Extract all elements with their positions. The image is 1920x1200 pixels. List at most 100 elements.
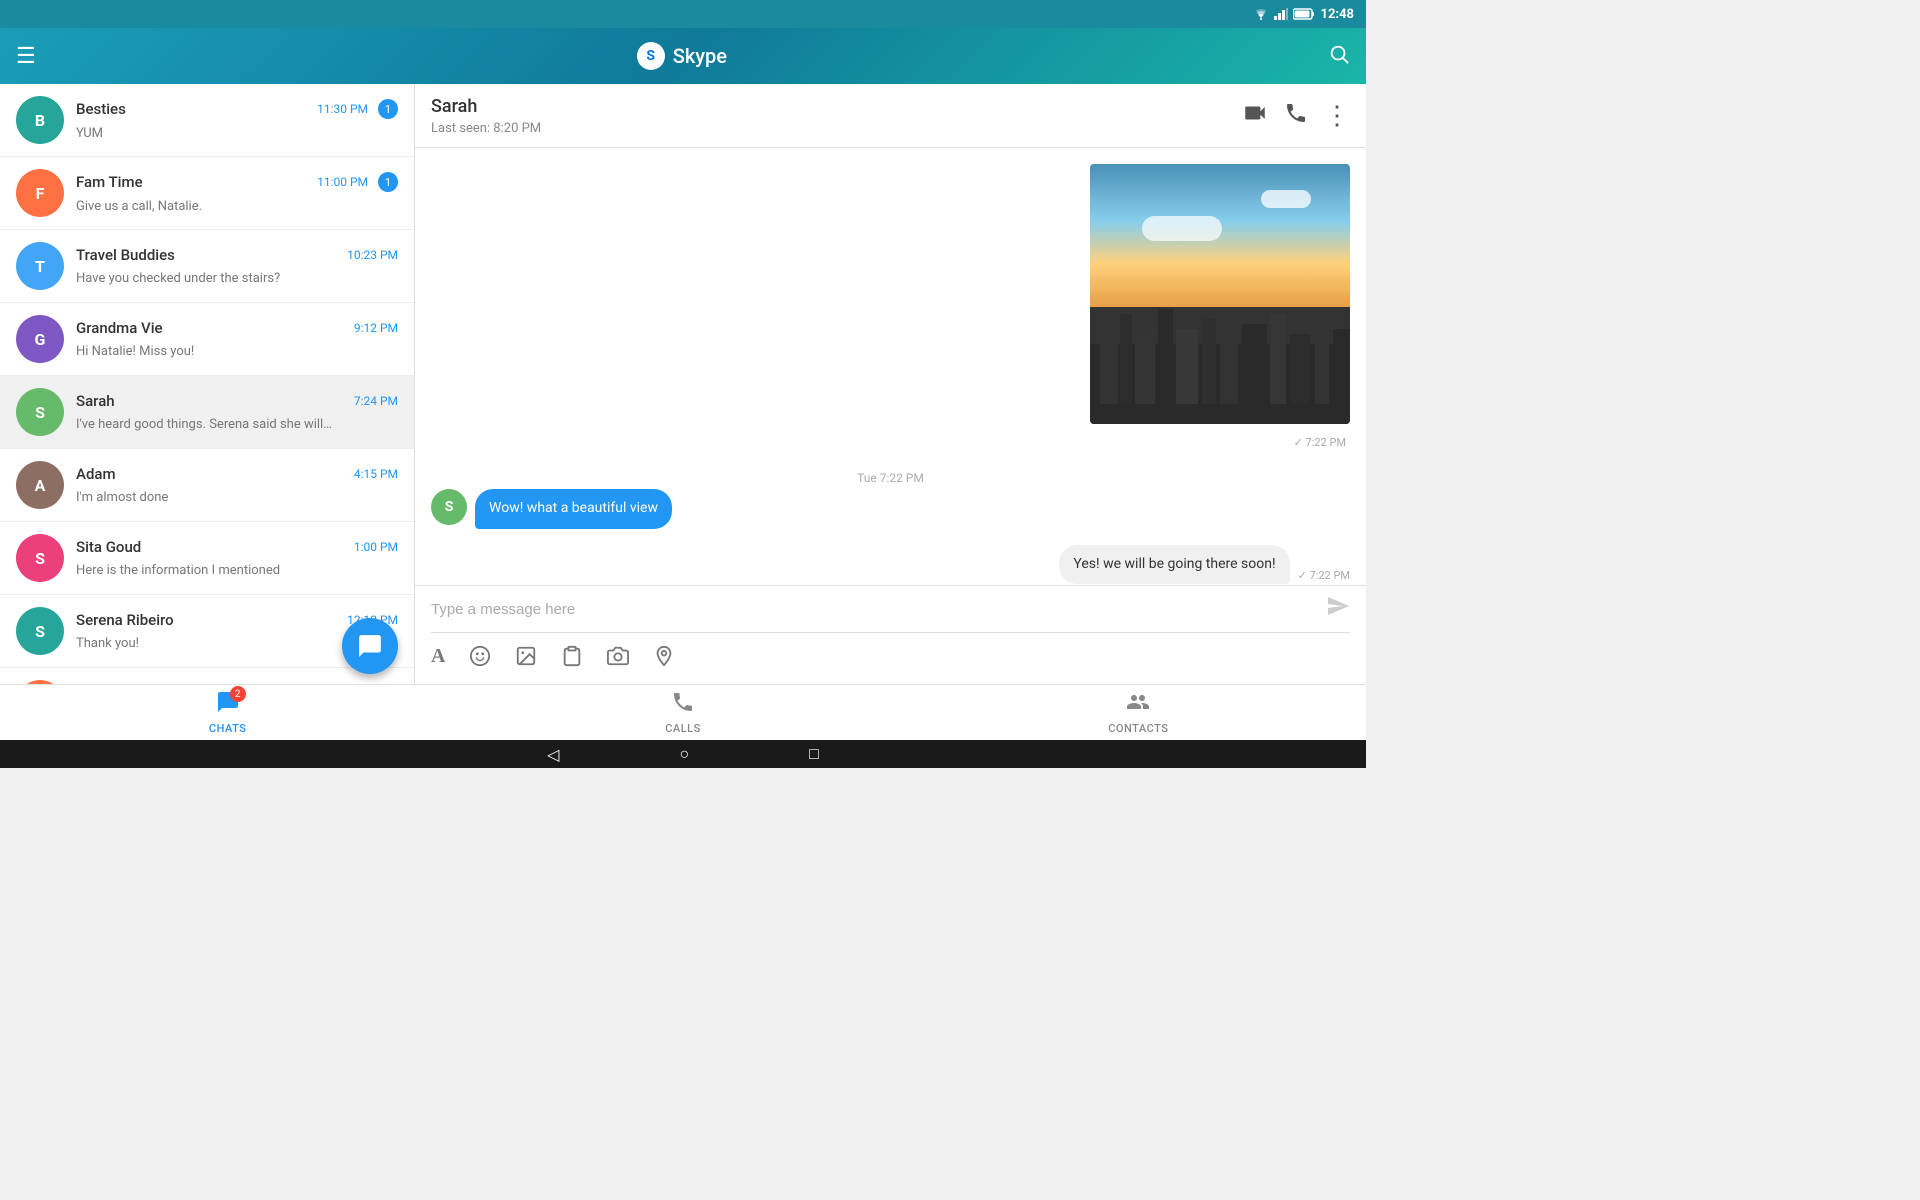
app-bar: ☰ S Skype xyxy=(0,28,1366,84)
message-bubble-sent-1: Yes! we will be going there soon! xyxy=(1059,545,1289,585)
location-icon[interactable] xyxy=(653,645,675,672)
more-options-icon[interactable]: ⋮ xyxy=(1324,101,1350,131)
home-button[interactable]: ○ xyxy=(679,744,689,764)
skype-logo: S xyxy=(637,42,665,70)
chat-preview-adam: I'm almost done xyxy=(76,490,168,505)
chat-info-besties: Besties 11:30 PM 1 YUM xyxy=(76,99,398,141)
chat-name-row: Travel Buddies 10:23 PM xyxy=(76,246,398,264)
nav-chats[interactable]: 2 CHATS xyxy=(0,690,455,735)
clipboard-icon[interactable] xyxy=(561,645,583,672)
chat-header: Sarah Last seen: 8:20 PM ⋮ xyxy=(415,84,1366,148)
text-format-icon[interactable]: A xyxy=(431,645,445,672)
back-button[interactable]: ◁ xyxy=(547,745,559,764)
chat-item-grandma-vie[interactable]: G Grandma Vie 9:12 PM Hi Natalie! Miss y… xyxy=(0,303,414,376)
chat-preview-besties: YUM xyxy=(76,126,103,141)
skype-logo-text: S xyxy=(646,48,655,64)
chat-time-fam-time: 11:00 PM xyxy=(317,175,368,189)
chats-label: CHATS xyxy=(209,722,246,735)
chat-preview-sita-goud: Here is the information I mentioned xyxy=(76,563,280,578)
chat-list: B Besties 11:30 PM 1 YUM F Fam Time xyxy=(0,84,415,684)
phone-call-icon[interactable] xyxy=(1284,101,1308,131)
calls-nav-icon xyxy=(671,690,695,720)
chat-item-sita-goud[interactable]: S Sita Goud 1:00 PM Here is the informat… xyxy=(0,522,414,595)
new-chat-button[interactable] xyxy=(342,618,398,674)
chat-name-row: Grandma Vie 9:12 PM xyxy=(76,319,398,337)
battery-icon xyxy=(1293,8,1315,20)
chat-name-besties: Besties xyxy=(76,100,126,118)
chat-name-sarah: Sarah xyxy=(76,392,115,410)
chat-item-travel-buddies[interactable]: T Travel Buddies 10:23 PM Have you check… xyxy=(0,230,414,303)
contacts-label: CONTACTS xyxy=(1108,722,1168,735)
chat-avatar-sarah: S xyxy=(16,388,64,436)
chat-item-fam-time[interactable]: F Fam Time 11:00 PM 1 Give us a call, Na… xyxy=(0,157,414,230)
chat-info-fam-time: Fam Time 11:00 PM 1 Give us a call, Nata… xyxy=(76,172,398,214)
sent-time-1: ✓ 7:22 PM xyxy=(1298,569,1350,582)
chat-time-adam: 4:15 PM xyxy=(354,467,398,481)
send-button[interactable] xyxy=(1326,594,1350,624)
chat-time-besties: 11:30 PM xyxy=(317,102,368,116)
chat-item-besties[interactable]: B Besties 11:30 PM 1 YUM xyxy=(0,84,414,157)
message-bubble-received-1: Wow! what a beautiful view xyxy=(475,489,672,529)
video-call-icon[interactable] xyxy=(1242,100,1268,132)
messages-area[interactable]: ✓ 7:22 PM Tue 7:22 PM S Wow! what a beau… xyxy=(415,148,1366,585)
nav-contacts[interactable]: CONTACTS xyxy=(911,690,1366,735)
chat-info-grandma-vie: Grandma Vie 9:12 PM Hi Natalie! Miss you… xyxy=(76,319,398,359)
chat-name-sita-goud: Sita Goud xyxy=(76,538,141,556)
search-icon[interactable] xyxy=(1328,43,1350,70)
chat-badge-besties: 1 xyxy=(378,99,398,119)
image-icon[interactable] xyxy=(515,645,537,672)
chat-avatar-kadji-bell: K xyxy=(16,680,64,684)
status-icons xyxy=(1253,8,1315,20)
chat-header-info: Sarah Last seen: 8:20 PM xyxy=(431,96,541,136)
chat-info-travel-buddies: Travel Buddies 10:23 PM Have you checked… xyxy=(76,246,398,286)
chat-item-kadji-bell[interactable]: K Kadji Bell 12:05 PM xyxy=(0,668,414,684)
chat-avatar-serena-ribeiro: S xyxy=(16,607,64,655)
contacts-nav-icon xyxy=(1126,690,1150,720)
chat-item-sarah[interactable]: S Sarah 7:24 PM I've heard good things. … xyxy=(0,376,414,449)
last-seen: Last seen: 8:20 PM xyxy=(431,121,541,136)
chat-time-travel-buddies: 10:23 PM xyxy=(347,248,398,262)
chat-preview-serena-ribeiro: Thank you! xyxy=(76,636,139,651)
chat-info-sita-goud: Sita Goud 1:00 PM Here is the informatio… xyxy=(76,538,398,578)
chat-preview-sarah: I've heard good things. Serena said she … xyxy=(76,417,332,432)
calls-label: CALLS xyxy=(665,722,701,735)
nav-calls[interactable]: CALLS xyxy=(455,690,910,735)
message-row-received-1: S Wow! what a beautiful view xyxy=(431,489,1350,529)
clock: 12:48 xyxy=(1321,7,1355,22)
chat-name-row: Adam 4:15 PM xyxy=(76,465,398,483)
chat-info-sarah: Sarah 7:24 PM I've heard good things. Se… xyxy=(76,392,398,432)
chat-name-grandma-vie: Grandma Vie xyxy=(76,319,163,337)
chat-avatar-grandma-vie: G xyxy=(16,315,64,363)
wifi-icon xyxy=(1253,8,1269,20)
message-input[interactable] xyxy=(431,601,1318,618)
contact-name: Sarah xyxy=(431,96,541,117)
chats-badge: 2 xyxy=(230,686,246,702)
chat-window: Sarah Last seen: 8:20 PM ⋮ xyxy=(415,84,1366,684)
chat-avatar-fam-time: F xyxy=(16,169,64,217)
emoji-icon[interactable] xyxy=(469,645,491,672)
chat-name-serena-ribeiro: Serena Ribeiro xyxy=(76,611,174,629)
app-title-text: Skype xyxy=(673,44,727,68)
chat-badge-fam-time: 1 xyxy=(378,172,398,192)
camera-icon[interactable] xyxy=(607,645,629,672)
recent-apps-button[interactable]: □ xyxy=(809,744,819,764)
chat-preview-travel-buddies: Have you checked under the stairs? xyxy=(76,271,280,286)
chat-item-adam[interactable]: A Adam 4:15 PM I'm almost done xyxy=(0,449,414,522)
chat-preview-grandma-vie: Hi Natalie! Miss you! xyxy=(76,344,194,359)
chat-name-row: Sita Goud 1:00 PM xyxy=(76,538,398,556)
image-sent-time: ✓ 7:22 PM xyxy=(1294,436,1346,449)
bottom-nav: 2 CHATS CALLS CONTACTS xyxy=(0,684,1366,740)
message-timestamp: Tue 7:22 PM xyxy=(431,471,1350,485)
cloud-decoration xyxy=(1142,216,1222,241)
chat-time-sarah: 7:24 PM xyxy=(354,394,398,408)
chat-name-row: Besties 11:30 PM 1 xyxy=(76,99,398,119)
system-nav: ◁ ○ □ xyxy=(0,740,1366,768)
chat-avatar-sita-goud: S xyxy=(16,534,64,582)
chat-header-actions: ⋮ xyxy=(1242,100,1350,132)
message-row-sent-1: ✓ 7:22 PM Yes! we will be going there so… xyxy=(431,545,1350,585)
chats-nav-icon: 2 xyxy=(216,690,240,720)
photo-sky xyxy=(1090,164,1350,307)
chat-avatar-travel-buddies: T xyxy=(16,242,64,290)
photo-buildings xyxy=(1090,307,1350,424)
menu-icon[interactable]: ☰ xyxy=(16,44,36,69)
